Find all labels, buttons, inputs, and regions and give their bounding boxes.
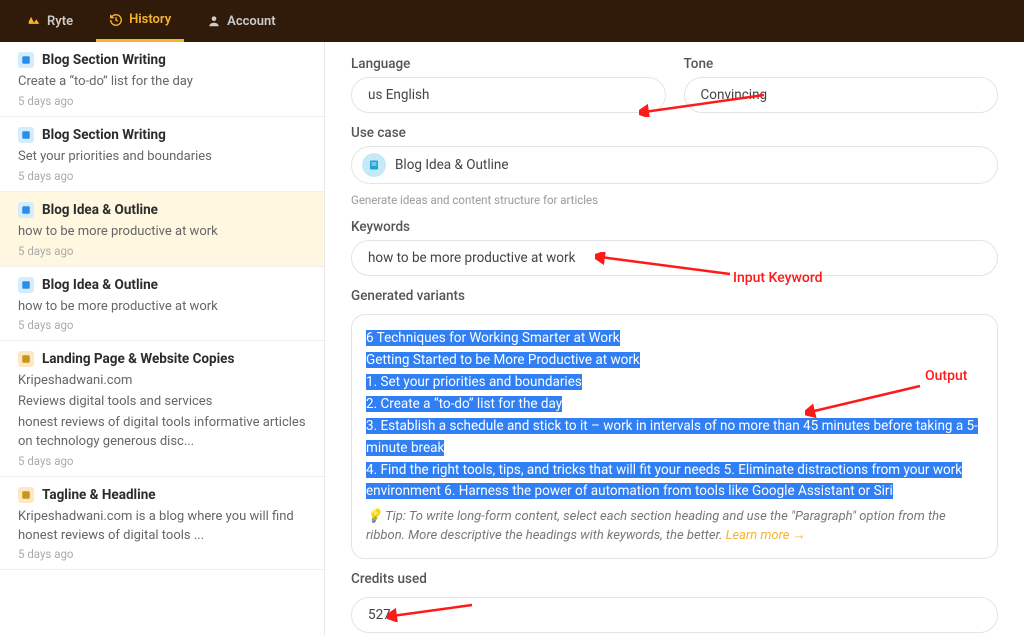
nav-account-label: Account xyxy=(227,14,275,29)
nav-history[interactable]: History xyxy=(96,0,184,42)
history-item-title: Blog Idea & Outline xyxy=(42,277,158,293)
history-type-icon xyxy=(18,127,34,143)
credits-label: Credits used xyxy=(351,571,998,587)
language-field: Language us English xyxy=(351,56,666,113)
history-item-time: 5 days ago xyxy=(18,94,306,108)
keywords-field: Keywords xyxy=(351,219,998,276)
history-item-time: 5 days ago xyxy=(18,244,306,258)
history-item-sub: honest reviews of digital tools informat… xyxy=(18,414,306,452)
history-item-title: Blog Section Writing xyxy=(42,127,166,143)
tone-field: Tone Convincing xyxy=(684,56,999,113)
history-icon xyxy=(109,13,123,27)
nav-brand-label: Ryte xyxy=(47,14,73,29)
history-type-icon xyxy=(18,202,34,218)
variant-line[interactable]: Getting Started to be More Productive at… xyxy=(366,349,983,371)
brand-icon xyxy=(27,14,41,28)
history-item-sub: how to be more productive at work xyxy=(18,298,306,317)
tone-select[interactable]: Convincing xyxy=(684,77,999,113)
variant-line[interactable]: 6 Techniques for Working Smarter at Work xyxy=(366,327,983,349)
doc-icon xyxy=(362,153,386,177)
learn-more-link[interactable]: Learn more → xyxy=(726,528,806,543)
usecase-helper: Generate ideas and content structure for… xyxy=(351,193,998,207)
keywords-label: Keywords xyxy=(351,219,998,235)
history-item-title: Blog Idea & Outline xyxy=(42,202,158,218)
history-item-sub: Reviews digital tools and services xyxy=(18,393,306,412)
history-type-icon xyxy=(18,487,34,503)
history-item[interactable]: Tagline & Headline Kripeshadwani.com is a… xyxy=(0,477,324,571)
history-type-icon xyxy=(18,52,34,68)
history-type-icon xyxy=(18,277,34,293)
history-item[interactable]: Blog Section Writing Create a “to-do” lis… xyxy=(0,42,324,117)
history-type-icon xyxy=(18,351,34,367)
usecase-field: Use case Blog Idea & Outline Generate id… xyxy=(351,125,998,207)
variant-line[interactable]: 3. Establish a schedule and stick to it … xyxy=(366,415,983,459)
language-label: Language xyxy=(351,56,666,72)
history-item-time: 5 days ago xyxy=(18,547,306,561)
main-panel: Language us English Tone Convincing Use … xyxy=(325,42,1024,635)
tip-text: 💡 Tip: To write long-form content, selec… xyxy=(366,508,983,546)
history-item-sub: Kripeshadwani.com xyxy=(18,372,306,391)
nav-account[interactable]: Account xyxy=(194,0,288,42)
nav-brand[interactable]: Ryte xyxy=(14,0,86,42)
history-item-sub: Create a “to-do” list for the day xyxy=(18,73,306,92)
variants-label: Generated variants xyxy=(351,288,998,304)
nav-history-label: History xyxy=(129,12,171,27)
history-item-time: 5 days ago xyxy=(18,454,306,468)
history-sidebar: Blog Section Writing Create a “to-do” lis… xyxy=(0,42,325,635)
history-item-title: Landing Page & Website Copies xyxy=(42,351,234,367)
history-item-time: 5 days ago xyxy=(18,318,306,332)
credits-field: Credits used 527 xyxy=(351,571,998,633)
history-item-time: 5 days ago xyxy=(18,169,306,183)
history-item-title: Blog Section Writing xyxy=(42,52,166,68)
variant-line[interactable]: 1. Set your priorities and boundaries xyxy=(366,371,983,393)
top-nav: Ryte History Account xyxy=(0,0,1024,42)
history-item-sub: Kripeshadwani.com is a blog where you wi… xyxy=(18,508,306,546)
variants-output[interactable]: 6 Techniques for Working Smarter at Work… xyxy=(351,314,998,559)
tone-label: Tone xyxy=(684,56,999,72)
history-item-title: Tagline & Headline xyxy=(42,487,156,503)
user-icon xyxy=(207,14,221,28)
variant-line[interactable]: 2. Create a “to-do” list for the day xyxy=(366,393,983,415)
history-item-sub: Set your priorities and boundaries xyxy=(18,148,306,167)
history-item-sub: how to be more productive at work xyxy=(18,223,306,242)
history-item[interactable]: Blog Section Writing Set your priorities … xyxy=(0,117,324,192)
variant-line[interactable]: 4. Find the right tools, tips, and trick… xyxy=(366,459,983,503)
history-item[interactable]: Blog Idea & Outline how to be more produc… xyxy=(0,267,324,342)
usecase-label: Use case xyxy=(351,125,998,141)
usecase-select[interactable]: Blog Idea & Outline xyxy=(351,146,998,184)
usecase-value: Blog Idea & Outline xyxy=(395,157,509,173)
language-select[interactable]: us English xyxy=(351,77,666,113)
variants-field: Generated variants 6 Techniques for Work… xyxy=(351,288,998,559)
credits-value: 527 xyxy=(351,597,998,633)
history-item[interactable]: Blog Idea & Outline how to be more produc… xyxy=(0,192,324,267)
keywords-input[interactable] xyxy=(351,240,998,276)
history-item[interactable]: Landing Page & Website Copies Kripeshadwa… xyxy=(0,341,324,476)
